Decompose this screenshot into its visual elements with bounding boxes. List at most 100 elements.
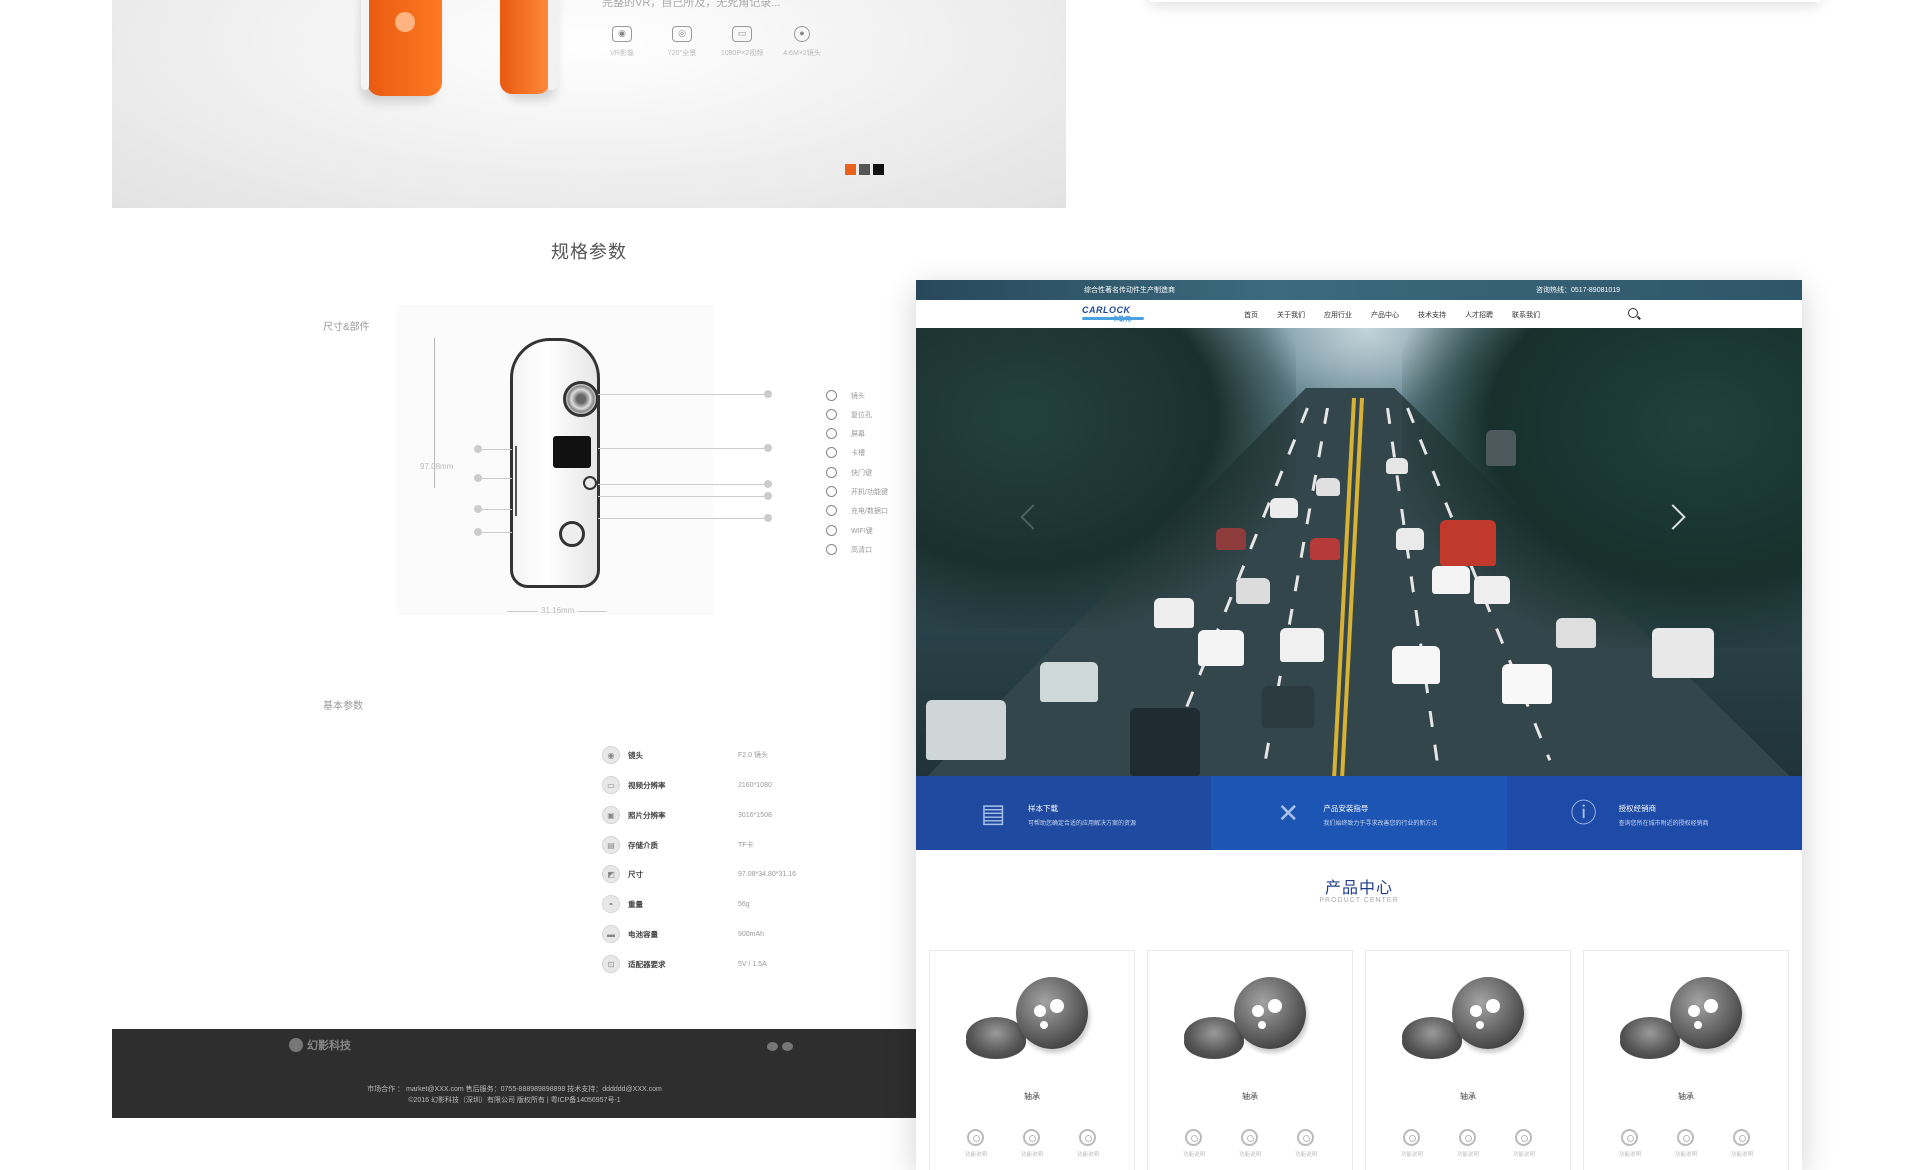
gear-icon bbox=[1515, 1129, 1533, 1146]
bearing-product-image bbox=[966, 977, 1096, 1067]
carousel-dot[interactable] bbox=[859, 164, 870, 175]
callout-dot bbox=[764, 390, 772, 398]
nav-item-products[interactable]: 产品中心 bbox=[1371, 310, 1399, 320]
action-label: 功能说明 bbox=[1730, 1152, 1753, 1158]
param-name: 适配器要求 bbox=[628, 959, 666, 969]
product-card[interactable]: 轴承 功能说明 功能说明 功能说明 bbox=[1365, 950, 1571, 1170]
product-action[interactable]: 功能说明 bbox=[1239, 1129, 1261, 1158]
hero-tagline: 完整的VR，自己所及，无死角记录... bbox=[602, 0, 781, 9]
gear-icon bbox=[1185, 1129, 1203, 1146]
camera-button-drawing bbox=[583, 476, 597, 490]
action-label: 功能说明 bbox=[964, 1152, 987, 1158]
banner-trees-right bbox=[1402, 328, 1802, 648]
callout-dot bbox=[764, 480, 772, 488]
wechat-icon[interactable] bbox=[782, 1042, 793, 1051]
param-row: ◓ 重量 56g bbox=[602, 895, 902, 913]
part-legend-item: 卡槽 bbox=[826, 447, 865, 458]
part-legend-item: 镜头 bbox=[826, 390, 865, 401]
product-action[interactable]: 功能说明 bbox=[1731, 1129, 1753, 1158]
product-name: 轴承 bbox=[1678, 1092, 1694, 1101]
width-dimension-label: 31.16mm bbox=[538, 606, 578, 615]
callout-dot bbox=[474, 528, 482, 536]
product-center-subtitle: PRODUCT CENTER bbox=[1319, 897, 1399, 904]
product-page-footer: 幻影科技 市场合作 ： market@XXX.com 售后服务：0755-888… bbox=[112, 1029, 917, 1118]
product-action[interactable]: 功能说明 bbox=[1619, 1129, 1641, 1158]
bus bbox=[1486, 430, 1516, 466]
car bbox=[1216, 528, 1246, 550]
product-action[interactable]: 功能说明 bbox=[1183, 1129, 1205, 1158]
product-action[interactable]: 功能说明 bbox=[1457, 1129, 1479, 1158]
ruler-icon: ◩ bbox=[602, 865, 620, 883]
part-label: 复位孔 bbox=[851, 411, 872, 419]
feature-label: 720°全景 bbox=[667, 50, 697, 57]
nav-item-home[interactable]: 首页 bbox=[1244, 310, 1258, 320]
carousel-dot[interactable] bbox=[873, 164, 884, 175]
feature-install-guide[interactable]: ✕ 产品安装指导 我们始终致力于寻求改善您的行业的新方法 bbox=[1211, 776, 1507, 850]
product-action[interactable]: 功能说明 bbox=[1401, 1129, 1423, 1158]
product-actions: 功能说明 功能说明 功能说明 bbox=[1148, 1129, 1352, 1158]
action-label: 功能说明 bbox=[1076, 1152, 1099, 1158]
param-value: 3016*1508 bbox=[738, 811, 772, 819]
footer-contact: 市场合作 ： market@XXX.com 售后服务：0755-88898989… bbox=[367, 1086, 662, 1093]
search-icon[interactable] bbox=[1628, 308, 1638, 318]
footer-logo[interactable]: 幻影科技 bbox=[289, 1037, 351, 1053]
legend-circle-icon bbox=[826, 505, 837, 516]
site-topbar: 综合性著名传动件生产制造商 咨询热线：0517-89081019 bbox=[916, 280, 1802, 300]
hero-banner: 完整的VR，自己所及，无死角记录... ◉ VR影像 ◎ 720°全景 ▭ 10… bbox=[112, 0, 1066, 208]
product-action[interactable]: 功能说明 bbox=[1675, 1129, 1697, 1158]
camera-product-image-side bbox=[500, 0, 558, 94]
part-legend-item: 充电/数据口 bbox=[826, 505, 888, 516]
car bbox=[1392, 646, 1440, 684]
nav-item-about[interactable]: 关于我们 bbox=[1277, 310, 1305, 320]
callout-line bbox=[478, 449, 512, 450]
param-value: 97.08*34.80*31.16 bbox=[738, 870, 796, 878]
nav-item-careers[interactable]: 人才招聘 bbox=[1465, 310, 1493, 320]
site-logo[interactable]: CARLOCK 卡勒克 bbox=[1082, 305, 1144, 323]
product-card[interactable]: 轴承 功能说明 功能说明 功能说明 bbox=[1583, 950, 1789, 1170]
carousel-dot-active[interactable] bbox=[845, 164, 856, 175]
feature-label: 1080P×2视频 bbox=[720, 50, 764, 57]
product-action[interactable]: 功能说明 bbox=[965, 1129, 987, 1158]
topbar-hotline: 咨询热线：0517-89081019 bbox=[1536, 287, 1621, 294]
product-action[interactable]: 功能说明 bbox=[1021, 1129, 1043, 1158]
callout-dot bbox=[474, 445, 482, 453]
callout-line bbox=[598, 394, 766, 395]
param-row: ⊡ 适配器要求 5V / 1.5A bbox=[602, 955, 902, 973]
action-label: 功能说明 bbox=[1674, 1152, 1697, 1158]
param-name: 存储介质 bbox=[628, 840, 658, 850]
nav-item-contact[interactable]: 联系我们 bbox=[1512, 310, 1540, 320]
legend-circle-icon bbox=[826, 544, 837, 555]
weibo-icon[interactable] bbox=[767, 1042, 778, 1051]
part-legend-item: 高清口 bbox=[826, 544, 872, 555]
param-row: ◉ 镜头 F2.0 镜头 bbox=[602, 746, 902, 764]
callout-line bbox=[598, 484, 766, 485]
param-value: F2.0 镜头 bbox=[738, 752, 768, 759]
legend-circle-icon bbox=[826, 525, 837, 536]
adapter-icon: ⊡ bbox=[602, 955, 620, 973]
part-legend-item: 复位孔 bbox=[826, 409, 872, 420]
callout-line bbox=[598, 518, 766, 519]
param-name: 照片分辨率 bbox=[628, 810, 666, 820]
nav-item-support[interactable]: 技术支持 bbox=[1418, 310, 1446, 320]
product-action[interactable]: 功能说明 bbox=[1295, 1129, 1317, 1158]
product-card[interactable]: 轴承 功能说明 功能说明 功能说明 bbox=[929, 950, 1135, 1170]
action-label: 功能说明 bbox=[1512, 1152, 1535, 1158]
feature-sample-download[interactable]: ▤ 样本下载 可帮助您确定合适的应用解决方案的资源 bbox=[916, 776, 1212, 850]
nav-item-industries[interactable]: 应用行业 bbox=[1324, 310, 1352, 320]
param-row: ▬ 电池容量 900mAh bbox=[602, 925, 902, 943]
dealer-icon: ⓘ bbox=[1570, 798, 1597, 828]
basic-params-label: 基本参数 bbox=[323, 701, 363, 712]
height-dimension-label: 97.08mm bbox=[420, 462, 454, 471]
bearing-disc bbox=[1016, 977, 1088, 1049]
callout-dot bbox=[764, 492, 772, 500]
param-value: 56g bbox=[738, 900, 750, 908]
product-card[interactable]: 轴承 功能说明 功能说明 功能说明 bbox=[1147, 950, 1353, 1170]
company-logo-icon bbox=[289, 1038, 303, 1052]
product-action[interactable]: 功能说明 bbox=[1513, 1129, 1535, 1158]
camera-screen-drawing bbox=[553, 436, 591, 468]
param-row: ◩ 尺寸 97.08*34.80*31.16 bbox=[602, 865, 902, 883]
car bbox=[1198, 630, 1244, 666]
white-van bbox=[1652, 628, 1714, 678]
feature-dealers[interactable]: ⓘ 授权经销商 查询您所在城市附近的授权经销商 bbox=[1506, 776, 1802, 850]
product-action[interactable]: 功能说明 bbox=[1077, 1129, 1099, 1158]
